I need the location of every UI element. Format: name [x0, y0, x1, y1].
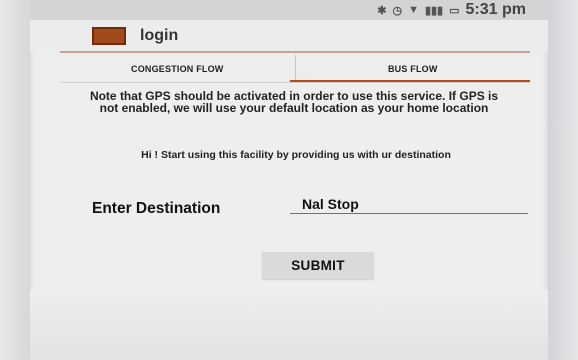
gps-note: Note that GPS should be activated in ord…	[89, 89, 499, 115]
status-bar: ✱ ◷ ▼ ▮▮▮ ▭ 5:31 pm	[30, 0, 548, 20]
wifi-icon: ▼	[408, 4, 419, 16]
app-icon	[92, 27, 126, 45]
app-title: login	[140, 27, 179, 44]
signal-icon: ▮▮▮	[424, 4, 444, 17]
photo-border-left	[0, 0, 30, 360]
app-bar: login	[30, 20, 548, 52]
destination-label: Enter Destination	[92, 200, 221, 217]
content-background	[30, 290, 548, 360]
bluetooth-icon: ✱	[377, 4, 387, 17]
alarm-icon: ◷	[392, 4, 403, 17]
photo-border-right	[548, 0, 578, 360]
app-bar-divider	[60, 51, 530, 53]
intro-text: Hi ! Start using this facility by provid…	[141, 149, 451, 161]
tab-divider	[60, 82, 530, 83]
submit-button[interactable]: SUBMIT	[262, 252, 374, 279]
destination-input[interactable]	[290, 194, 528, 214]
battery-icon: ▭	[449, 4, 460, 17]
tab-bus-flow[interactable]: BUS FLOW	[295, 55, 530, 82]
status-time: 5:31 pm	[465, 1, 526, 18]
tab-bar: CONGESTION FLOW BUS FLOW	[60, 55, 530, 82]
tab-congestion-flow[interactable]: CONGESTION FLOW	[60, 55, 296, 82]
